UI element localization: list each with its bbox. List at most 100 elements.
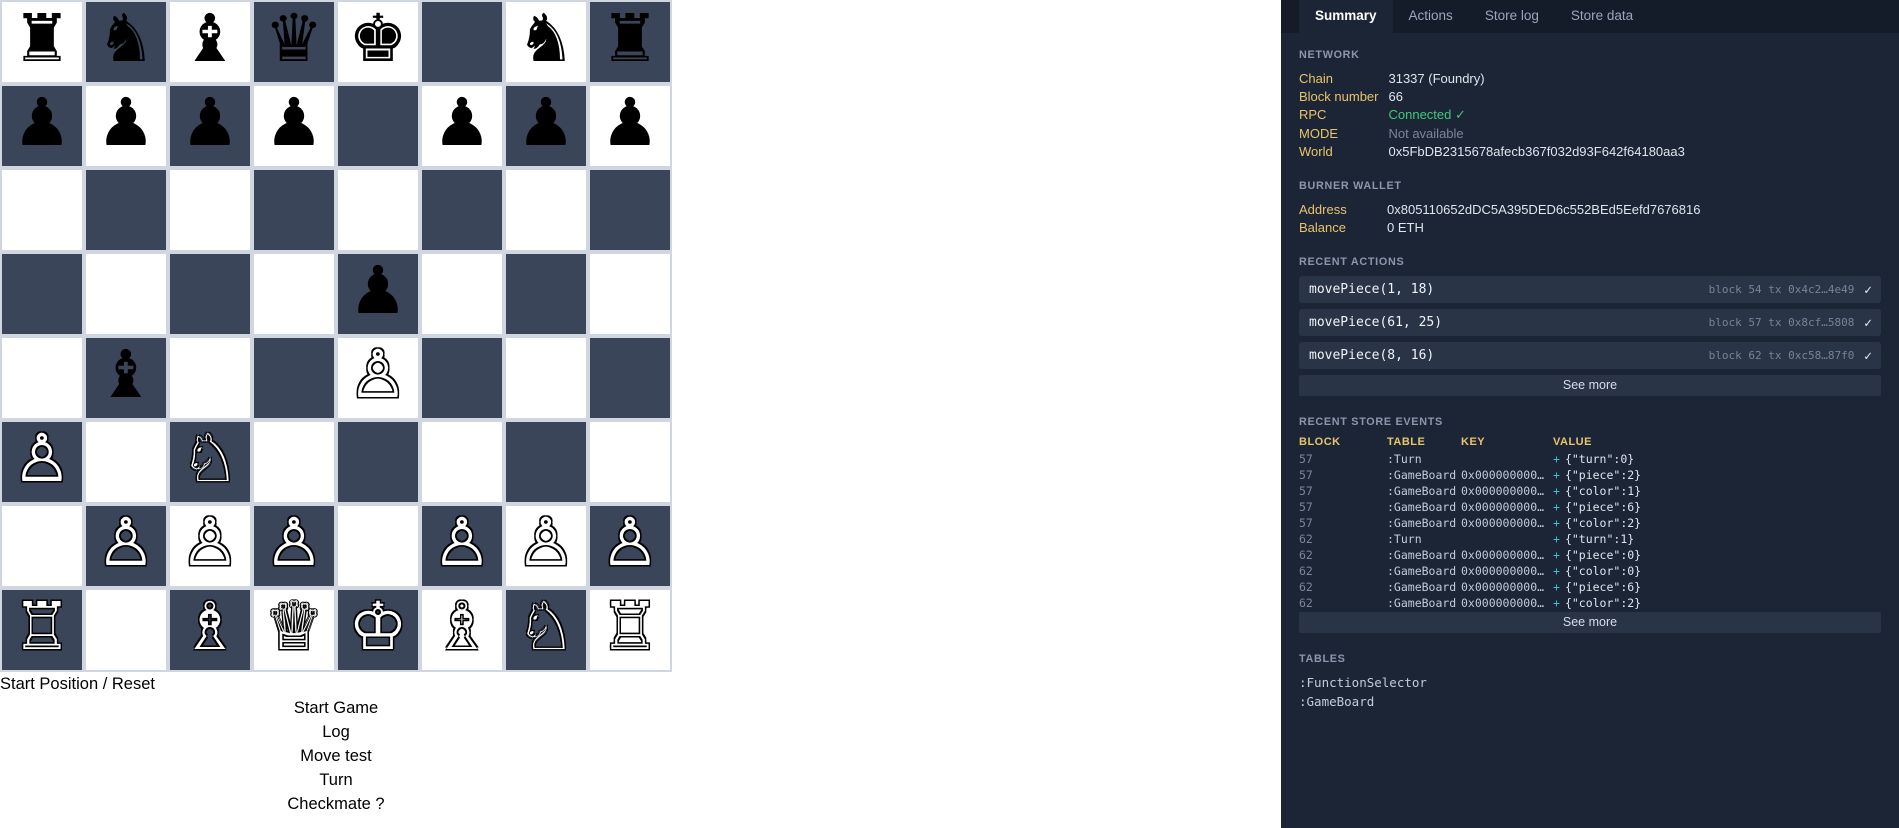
board-square-a3[interactable]: ♙ [0,420,84,504]
board-square-h4[interactable] [588,336,672,420]
board-square-f3[interactable] [420,420,504,504]
board-square-f6[interactable] [420,168,504,252]
board-square-g8[interactable]: ♞ [504,0,588,84]
chess-piece[interactable]: ♙ [348,342,407,408]
board-square-e7[interactable] [336,84,420,168]
board-square-e6[interactable] [336,168,420,252]
chess-piece[interactable]: ♛ [264,6,323,72]
board-square-e8[interactable]: ♚ [336,0,420,84]
board-square-g4[interactable] [504,336,588,420]
board-square-a7[interactable]: ♟ [0,84,84,168]
tables-list-item[interactable]: :GameBoard [1299,692,1881,711]
chess-piece[interactable]: ♖ [12,594,71,660]
board-square-a1[interactable]: ♖ [0,588,84,672]
board-square-f4[interactable] [420,336,504,420]
control-button-start-game[interactable]: Start Game [0,696,672,720]
board-square-d1[interactable]: ♕ [252,588,336,672]
control-button-turn[interactable]: Turn [0,768,672,792]
board-square-d7[interactable]: ♟ [252,84,336,168]
chess-piece[interactable]: ♙ [264,510,323,576]
board-square-c1[interactable]: ♗ [168,588,252,672]
chess-piece[interactable]: ♞ [96,6,155,72]
board-square-d3[interactable] [252,420,336,504]
control-button-move-test[interactable]: Move test [0,744,672,768]
tab-store-data[interactable]: Store data [1555,0,1649,33]
chess-piece[interactable]: ♟ [180,90,239,156]
board-square-c5[interactable] [168,252,252,336]
board-square-f7[interactable]: ♟ [420,84,504,168]
control-button-checkmate[interactable]: Checkmate ? [0,792,672,816]
board-square-c6[interactable] [168,168,252,252]
chess-piece[interactable]: ♙ [432,510,491,576]
board-square-c2[interactable]: ♙ [168,504,252,588]
chess-piece[interactable]: ♟ [348,258,407,324]
board-square-e1[interactable]: ♔ [336,588,420,672]
tab-actions[interactable]: Actions [1393,0,1469,33]
chess-piece[interactable]: ♟ [600,90,659,156]
recent-actions-see-more-button[interactable]: See more [1299,375,1881,396]
board-square-g1[interactable]: ♘ [504,588,588,672]
recent-action-item[interactable]: movePiece(1, 18) block 54 tx 0x4c2…4e49 ✓ [1299,276,1881,303]
board-square-b8[interactable]: ♞ [84,0,168,84]
board-square-e2[interactable] [336,504,420,588]
board-square-c3[interactable]: ♘ [168,420,252,504]
chess-piece[interactable]: ♕ [264,594,323,660]
board-square-h7[interactable]: ♟ [588,84,672,168]
board-square-b6[interactable] [84,168,168,252]
tab-store-log[interactable]: Store log [1469,0,1555,33]
chess-piece[interactable]: ♟ [264,90,323,156]
control-button-start-position-reset[interactable]: Start Position / Reset [0,672,672,696]
board-square-f5[interactable] [420,252,504,336]
chess-piece[interactable]: ♟ [12,90,71,156]
board-square-d8[interactable]: ♛ [252,0,336,84]
tables-list-item[interactable]: :FunctionSelector [1299,673,1881,692]
chess-piece[interactable]: ♙ [96,510,155,576]
chess-piece[interactable]: ♝ [96,342,155,408]
recent-action-item[interactable]: movePiece(61, 25) block 57 tx 0x8cf…5808 ✓ [1299,309,1881,336]
chessboard[interactable]: ♜ ♞ ♝ ♛ ♚ ♞ ♜ ♟ ♟ ♟ ♟ ♟ ♟ ♟ ♟ ♝ ♙ ♙ ♘ ♙ ♙ ♙ ♙ ♙ ♙ ♖ ♗ ♕ ♔ ♗ ♘ ♖ [0,0,672,672]
board-square-g3[interactable] [504,420,588,504]
board-square-c8[interactable]: ♝ [168,0,252,84]
chess-piece[interactable]: ♚ [348,6,407,72]
board-square-d5[interactable] [252,252,336,336]
board-square-b4[interactable]: ♝ [84,336,168,420]
board-square-g2[interactable]: ♙ [504,504,588,588]
chess-piece[interactable]: ♙ [600,510,659,576]
board-square-g7[interactable]: ♟ [504,84,588,168]
chess-piece[interactable]: ♜ [600,6,659,72]
control-button-log[interactable]: Log [0,720,672,744]
chess-piece[interactable]: ♗ [180,594,239,660]
board-square-c7[interactable]: ♟ [168,84,252,168]
board-square-a6[interactable] [0,168,84,252]
chess-piece[interactable]: ♗ [432,594,491,660]
chess-piece[interactable]: ♞ [516,6,575,72]
board-square-f8[interactable] [420,0,504,84]
board-square-h3[interactable] [588,420,672,504]
board-square-e4[interactable]: ♙ [336,336,420,420]
board-square-g5[interactable] [504,252,588,336]
board-square-a2[interactable] [0,504,84,588]
board-square-h5[interactable] [588,252,672,336]
board-square-b5[interactable] [84,252,168,336]
board-square-d2[interactable]: ♙ [252,504,336,588]
chess-piece[interactable]: ♘ [180,426,239,492]
chess-piece[interactable]: ♙ [12,426,71,492]
chess-piece[interactable]: ♙ [180,510,239,576]
board-square-b7[interactable]: ♟ [84,84,168,168]
chess-piece[interactable]: ♔ [348,594,407,660]
board-square-b1[interactable] [84,588,168,672]
board-square-d6[interactable] [252,168,336,252]
chess-piece[interactable]: ♘ [516,594,575,660]
board-square-b2[interactable]: ♙ [84,504,168,588]
board-square-f1[interactable]: ♗ [420,588,504,672]
board-square-d4[interactable] [252,336,336,420]
board-square-h6[interactable] [588,168,672,252]
board-square-h8[interactable]: ♜ [588,0,672,84]
chess-piece[interactable]: ♟ [432,90,491,156]
board-square-g6[interactable] [504,168,588,252]
chess-piece[interactable]: ♝ [180,6,239,72]
chess-piece[interactable]: ♖ [600,594,659,660]
tab-summary[interactable]: Summary [1299,0,1393,33]
board-square-a5[interactable] [0,252,84,336]
chess-piece[interactable]: ♜ [12,6,71,72]
